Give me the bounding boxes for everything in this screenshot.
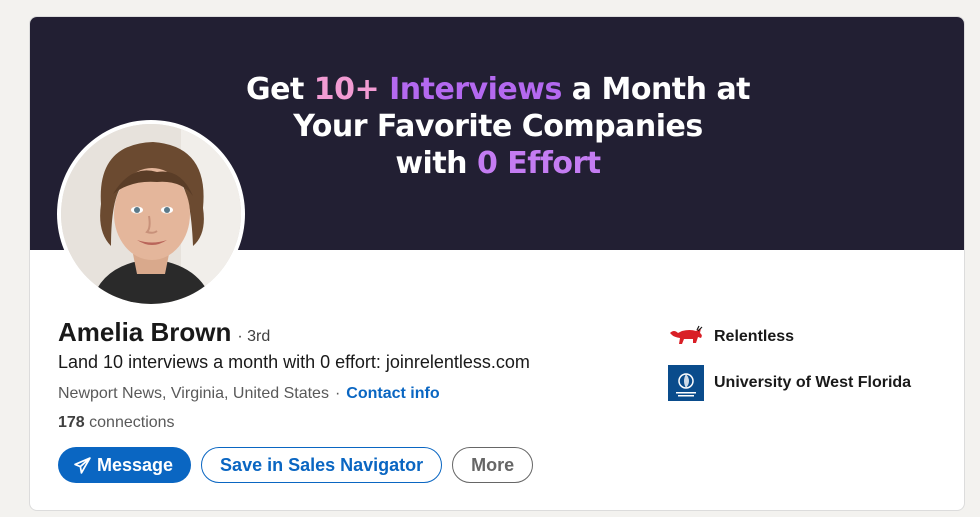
- contact-info-link[interactable]: Contact info: [346, 385, 439, 403]
- profile-card: Get 10+ Interviews a Month at Your Favor…: [29, 16, 965, 511]
- person-portrait-icon: [61, 124, 241, 304]
- profile-actions: Message Save in Sales Navigator More: [58, 447, 534, 483]
- banner-highlight: Interviews: [389, 72, 562, 107]
- banner-text-part: Get: [245, 72, 314, 107]
- location-row: Newport News, Virginia, United States · …: [58, 385, 440, 403]
- profile-name: Amelia Brown: [58, 317, 232, 347]
- more-button[interactable]: More: [452, 447, 534, 483]
- connection-degree: · 3rd: [237, 328, 271, 345]
- bull-logo-icon: [668, 319, 704, 355]
- separator-dot: ·: [334, 385, 341, 402]
- message-button-label: Message: [97, 454, 174, 475]
- send-icon: [74, 456, 91, 474]
- save-in-sales-navigator-button[interactable]: Save in Sales Navigator: [201, 447, 443, 483]
- profile-location: Newport News, Virginia, United States: [58, 385, 329, 402]
- avatar-photo: [61, 124, 241, 304]
- org-item-uwf[interactable]: University of West Florida: [668, 365, 911, 401]
- profile-organizations: Relentless University of West Florida: [668, 319, 911, 411]
- message-button[interactable]: Message: [58, 447, 192, 483]
- org-item-relentless[interactable]: Relentless: [668, 319, 911, 355]
- profile-avatar[interactable]: [57, 120, 245, 308]
- banner-line-1: Get 10+ Interviews a Month at: [30, 71, 964, 108]
- name-row: Amelia Brown · 3rd: [58, 317, 270, 348]
- banner-highlight: 0 Effort: [476, 146, 601, 181]
- org-name: University of West Florida: [714, 374, 912, 391]
- connections-number: 178: [58, 414, 85, 431]
- banner-highlight: 10+: [313, 72, 390, 107]
- connections-label: connections: [84, 414, 175, 431]
- connections-count[interactable]: 178 connections: [58, 414, 175, 432]
- uwf-logo-icon: [668, 365, 704, 401]
- org-name: Relentless: [714, 328, 795, 345]
- profile-headline: Land 10 interviews a month with 0 effort…: [58, 352, 530, 372]
- banner-text-part: with: [395, 146, 477, 181]
- banner-text-part: a Month at: [561, 72, 751, 107]
